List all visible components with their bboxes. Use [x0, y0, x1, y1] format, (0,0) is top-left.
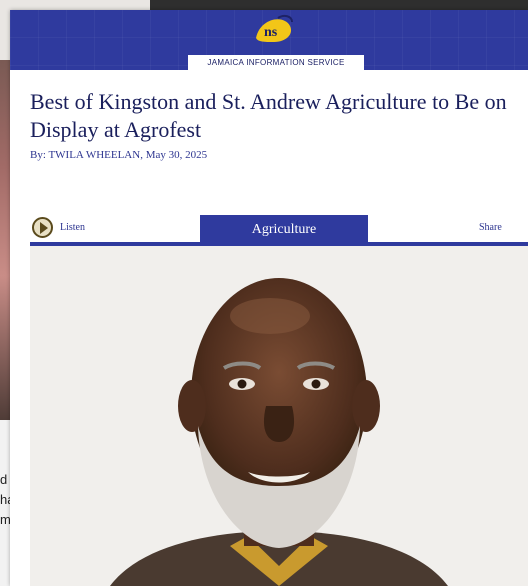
article-photo: [30, 246, 528, 586]
category-tab[interactable]: Agriculture: [200, 215, 368, 243]
listen-button[interactable]: Listen: [60, 222, 85, 233]
article-card: ns JAMAICA INFORMATION SERVICE Best of K…: [10, 10, 528, 586]
service-name-label: JAMAICA INFORMATION SERVICE: [188, 55, 364, 70]
play-circle-icon[interactable]: [32, 217, 53, 238]
article-byline: By: TWILA WHEELAN, May 30, 2025: [30, 149, 208, 161]
jis-logo-icon[interactable]: ns: [250, 12, 298, 48]
portrait-image: [30, 246, 528, 586]
svg-text:ns: ns: [264, 25, 278, 40]
article-title: Best of Kingston and St. Andrew Agricult…: [30, 89, 507, 142]
header-banner: ns JAMAICA INFORMATION SERVICE: [10, 10, 528, 70]
share-button[interactable]: Share: [479, 222, 502, 233]
